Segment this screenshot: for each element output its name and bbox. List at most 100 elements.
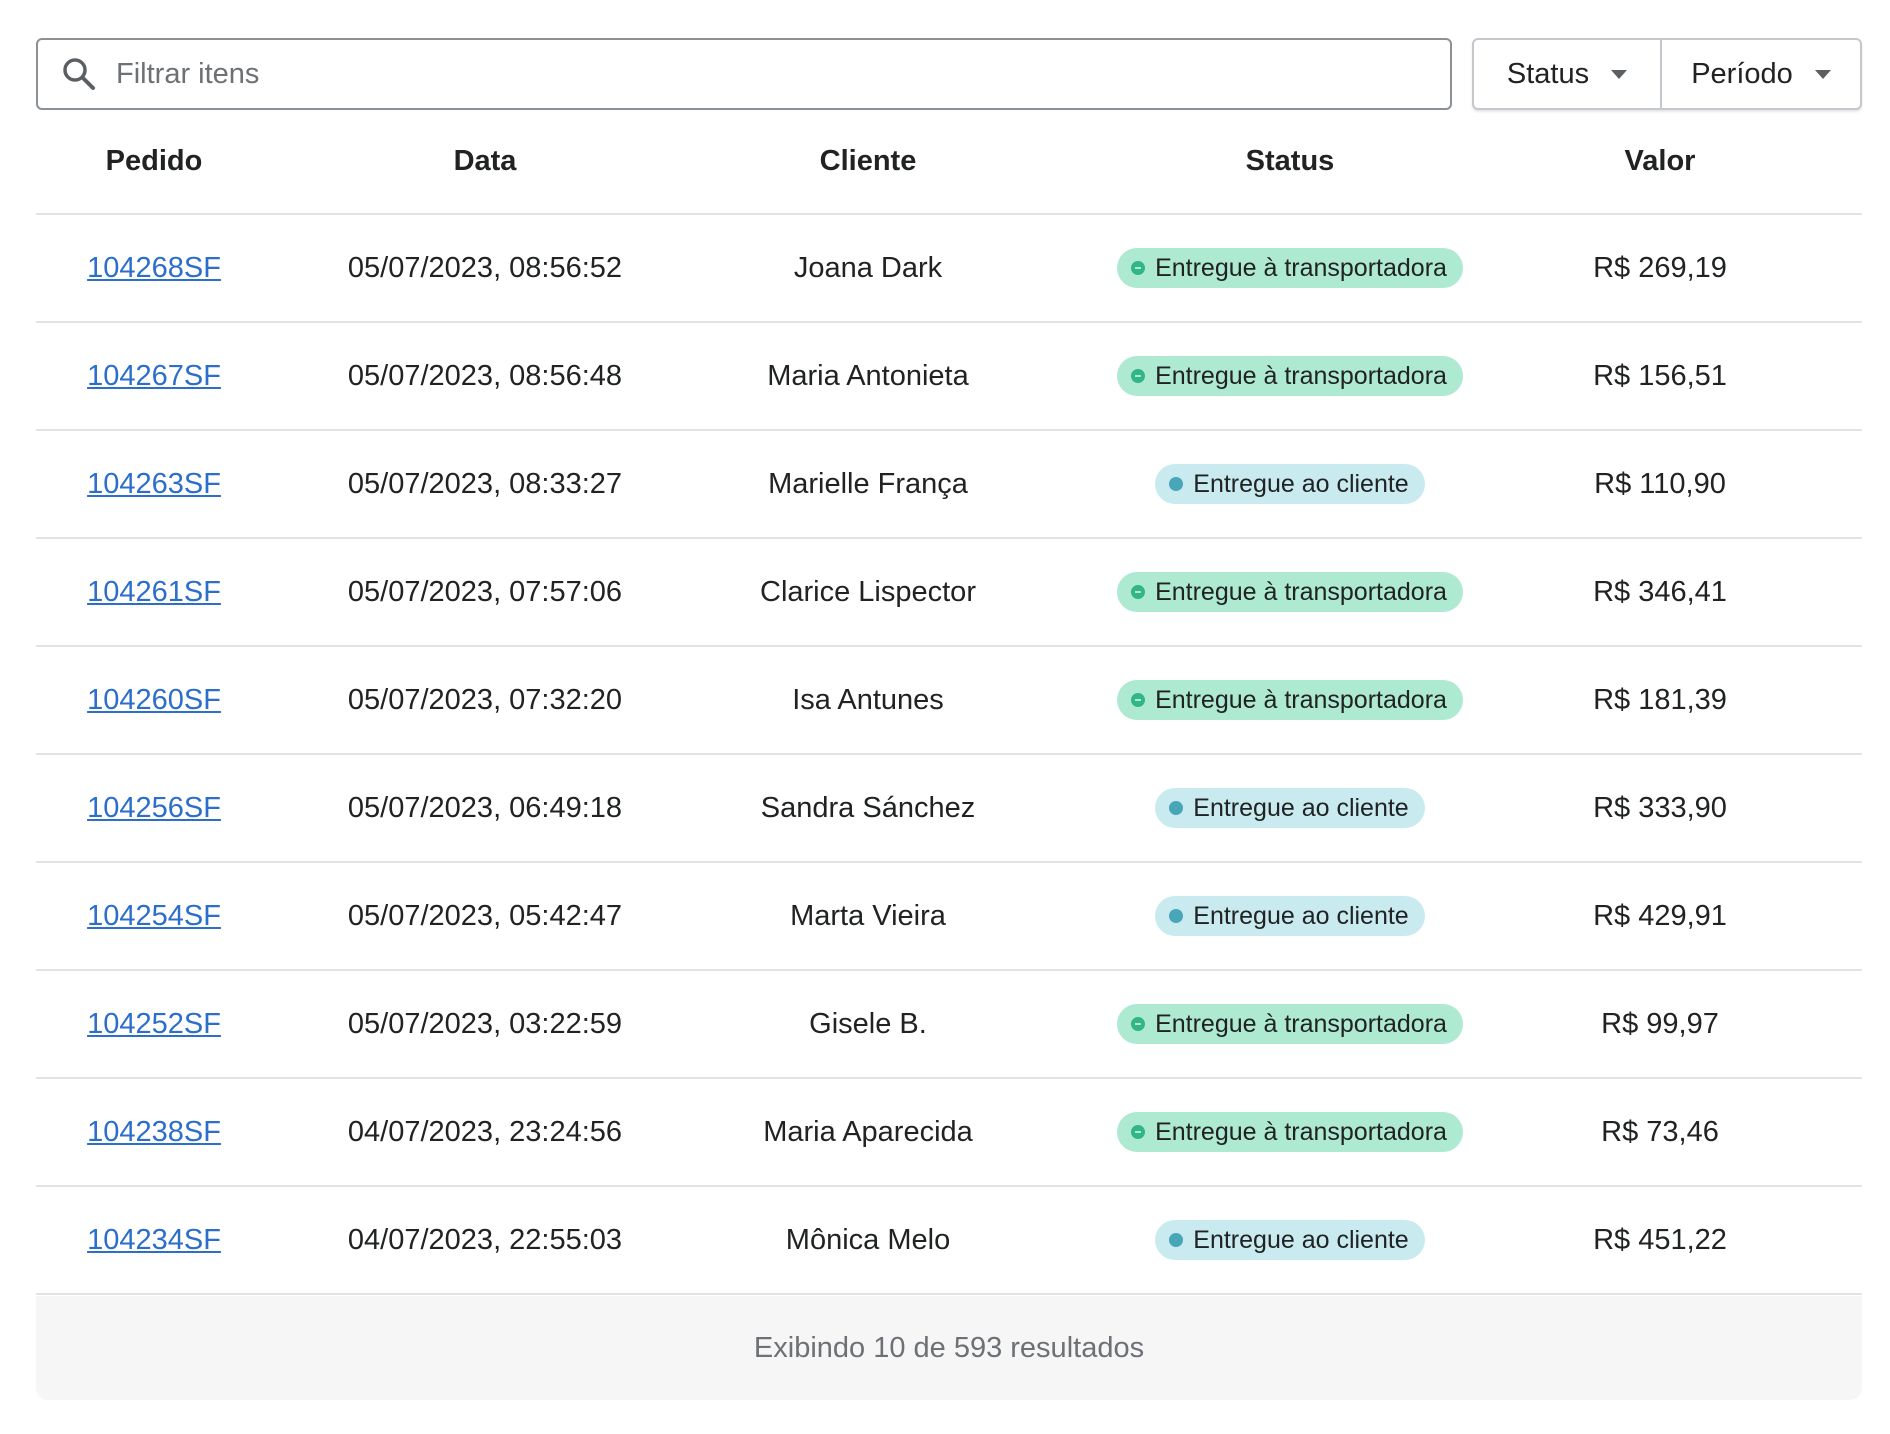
orders-page: Status Período Pedido Data Cliente Statu… [0,0,1890,1434]
column-header-data: Data [453,145,517,177]
date-cell: 05/07/2023, 08:56:52 [347,251,623,284]
status-badge-label: Entregue à transportadora [1155,577,1447,606]
date-cell: 05/07/2023, 08:33:27 [347,467,623,500]
filter-bar: Status Período [36,38,1862,110]
table-body: 104268SF 05/07/2023, 08:56:52 Joana Dark En… [36,215,1862,1295]
results-count: Exibindo 10 de 593 resultados [753,1331,1145,1364]
status-dot-icon [1169,801,1184,815]
table-row: 104252SF 05/07/2023, 03:22:59 Gisele B. Ent… [36,971,1862,1079]
status-badge-label: Entregue à transportadora [1155,1009,1447,1038]
orders-table: Pedido Data Cliente Status Valor 104268S… [36,110,1862,1295]
order-cell: 104238SF [36,1116,272,1149]
customer-cell: Maria Antonieta [767,359,969,392]
status-badge-label: Entregue ao cliente [1193,1225,1409,1254]
status-badge-label: Entregue à transportadora [1155,253,1447,282]
customer-cell: Clarice Lispector [760,575,976,608]
order-cell: 104254SF [36,900,272,933]
status-cell: Entregue à transportadora [1038,356,1542,396]
table-header-row: Pedido Data Cliente Status Valor [36,110,1862,215]
date-cell: 04/07/2023, 22:55:03 [347,1223,623,1256]
search-input[interactable] [114,56,1418,92]
table-row: 104260SF 05/07/2023, 07:32:20 Isa Antunes E… [36,647,1862,755]
order-link[interactable]: 104234SF [87,1224,221,1257]
value-cell: R$ 346,41 [1593,575,1727,608]
status-badge: Entregue ao cliente [1155,788,1425,828]
status-cell: Entregue à transportadora [1038,1004,1542,1044]
order-link[interactable]: 104238SF [87,1116,221,1149]
status-badge: Entregue à transportadora [1117,1112,1463,1152]
table-row: 104234SF 04/07/2023, 22:55:03 Mônica Melo E… [36,1187,1862,1295]
table-row: 104261SF 05/07/2023, 07:57:06 Clarice Lisp… [36,539,1862,647]
status-badge: Entregue à transportadora [1117,248,1463,288]
status-badge-label: Entregue à transportadora [1155,361,1447,390]
status-cell: Entregue à transportadora [1038,248,1542,288]
order-link[interactable]: 104252SF [87,1008,221,1041]
order-cell: 104234SF [36,1224,272,1257]
status-badge: Entregue à transportadora [1117,356,1463,396]
status-badge-label: Entregue ao cliente [1193,793,1409,822]
order-link[interactable]: 104268SF [87,252,221,285]
table-row: 104238SF 04/07/2023, 23:24:56 Maria Aparec… [36,1079,1862,1187]
status-cell: Entregue à transportadora [1038,1112,1542,1152]
table-row: 104267SF 05/07/2023, 08:56:48 Maria Antoni… [36,323,1862,431]
table-row: 104268SF 05/07/2023, 08:56:52 Joana Dark En… [36,215,1862,323]
order-cell: 104256SF [36,792,272,825]
filter-button-group: Status Período [1472,38,1862,110]
column-header-status: Status [1245,145,1335,177]
customer-cell: Mônica Melo [785,1223,951,1256]
status-badge-label: Entregue à transportadora [1155,1117,1447,1146]
column-header-valor: Valor [1624,145,1696,177]
status-badge-label: Entregue ao cliente [1193,901,1409,930]
status-badge-label: Entregue ao cliente [1193,469,1409,498]
order-link[interactable]: 104254SF [87,900,221,933]
status-filter-button[interactable]: Status [1474,40,1662,108]
order-cell: 104260SF [36,684,272,717]
search-field[interactable] [36,38,1452,110]
table-row: 104254SF 05/07/2023, 05:42:47 Marta Vieira… [36,863,1862,971]
value-cell: R$ 156,51 [1593,359,1727,392]
order-link[interactable]: 104263SF [87,468,221,501]
status-badge: Entregue à transportadora [1117,572,1463,612]
value-cell: R$ 73,46 [1601,1115,1719,1148]
date-cell: 05/07/2023, 03:22:59 [347,1007,623,1040]
order-link[interactable]: 104260SF [87,684,221,717]
date-cell: 05/07/2023, 05:42:47 [347,899,623,932]
order-cell: 104261SF [36,576,272,609]
date-cell: 05/07/2023, 06:49:18 [347,791,623,824]
status-dot-icon [1131,261,1146,275]
order-cell: 104268SF [36,252,272,285]
status-dot-icon [1131,693,1146,707]
value-cell: R$ 451,22 [1593,1223,1727,1256]
customer-cell: Marielle França [768,467,968,500]
status-cell: Entregue ao cliente [1038,1220,1542,1260]
status-dot-icon [1131,1017,1146,1031]
value-cell: R$ 110,90 [1594,467,1726,500]
status-cell: Entregue à transportadora [1038,680,1542,720]
order-link[interactable]: 104261SF [87,576,221,609]
status-badge: Entregue ao cliente [1155,1220,1425,1260]
status-badge: Entregue à transportadora [1117,680,1463,720]
customer-cell: Gisele B. [809,1007,927,1040]
value-cell: R$ 181,39 [1593,683,1727,716]
status-dot-icon [1169,1233,1184,1247]
status-filter-label: Status [1506,57,1590,90]
period-filter-label: Período [1691,57,1793,90]
table-row: 104263SF 05/07/2023, 08:33:27 Marielle Fra… [36,431,1862,539]
customer-cell: Marta Vieira [790,899,946,932]
value-cell: R$ 333,90 [1593,791,1727,824]
status-badge: Entregue ao cliente [1155,464,1425,504]
caret-down-icon [1814,69,1831,79]
customer-cell: Maria Aparecida [763,1115,973,1148]
period-filter-button[interactable]: Período [1662,40,1860,108]
caret-down-icon [1611,69,1628,79]
status-dot-icon [1169,477,1184,491]
status-cell: Entregue ao cliente [1038,896,1542,936]
status-dot-icon [1131,1125,1146,1139]
status-dot-icon [1131,585,1146,599]
order-link[interactable]: 104267SF [87,360,221,393]
date-cell: 04/07/2023, 23:24:56 [347,1115,623,1148]
search-icon [62,57,96,91]
value-cell: R$ 269,19 [1593,251,1727,284]
order-link[interactable]: 104256SF [87,792,221,825]
date-cell: 05/07/2023, 07:32:20 [347,683,623,716]
